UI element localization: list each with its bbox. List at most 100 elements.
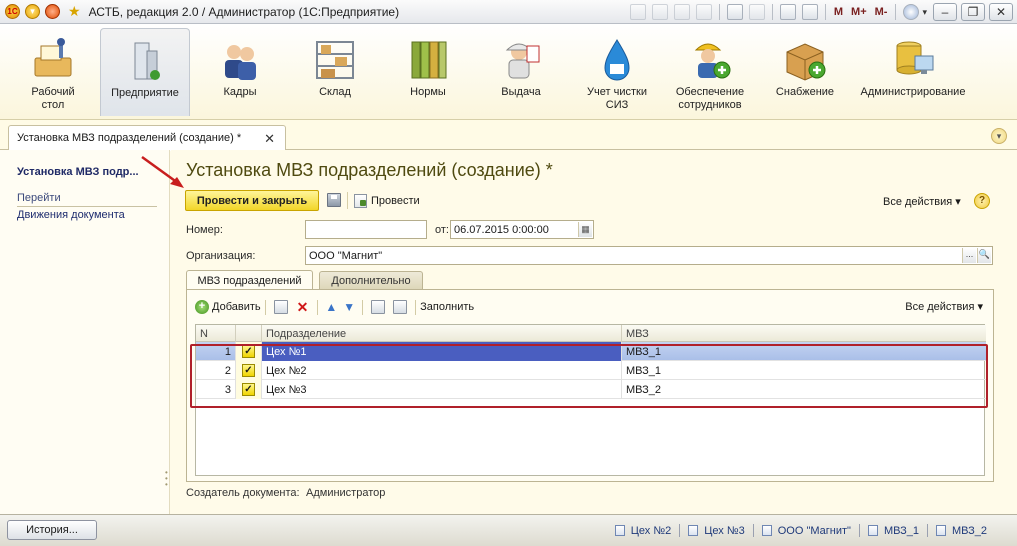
section-warehouse[interactable]: Склад [290, 28, 380, 116]
checkmark-icon[interactable]: ✓ [242, 383, 255, 396]
section-admin[interactable]: Администрирование [858, 28, 968, 116]
memory-minus-button[interactable]: M- [875, 6, 888, 18]
section-supply[interactable]: Снабжение [760, 28, 850, 116]
table-row[interactable]: 3 ✓ Цех №3 МВЗ_2 [196, 380, 986, 399]
move-down-icon[interactable]: ▼ [343, 300, 355, 314]
add-button[interactable]: Добавить [212, 301, 261, 313]
maximize-button[interactable]: ❐ [961, 3, 985, 21]
table-all-actions-menu[interactable]: Все действия ▾ [905, 300, 983, 313]
section-enterprise[interactable]: Предприятие [100, 28, 190, 116]
section-label: Рабочий стол [31, 86, 75, 111]
save-icon[interactable] [327, 193, 341, 207]
history-button[interactable]: История... [7, 520, 97, 540]
section-cleaning[interactable]: Учет чистки СИЗ [572, 28, 662, 116]
uncheck-all-icon[interactable] [393, 300, 408, 314]
favorites-star-icon[interactable]: ★ [68, 3, 81, 20]
document-form: Установка МВЗ подразделений (создание) *… [171, 150, 1017, 514]
tabs-dropdown-button[interactable]: ▾ [991, 128, 1007, 144]
tab-document[interactable]: Установка МВЗ подразделений (создание) *… [8, 125, 286, 151]
nav-link-document-movements[interactable]: Движения документа [17, 209, 125, 221]
row-checkbox[interactable]: ✓ [236, 342, 262, 361]
section-norms[interactable]: Нормы [383, 28, 473, 116]
save-icon[interactable] [629, 4, 646, 20]
tab-panel: + Добавить ✕ ▲ ▼ Заполнить Все действия … [186, 289, 994, 482]
choose-ellipsis-button[interactable]: ... [962, 248, 976, 263]
column-header-n[interactable]: N [196, 325, 236, 342]
search-icon[interactable]: 🔍 [977, 248, 991, 263]
recent-item[interactable]: МВЗ_1 [867, 524, 928, 537]
division-cell[interactable]: Цех №2 [262, 361, 622, 380]
fill-button[interactable]: Заполнить [420, 301, 474, 313]
calendar-icon[interactable] [801, 4, 818, 20]
number-field[interactable] [305, 220, 427, 239]
print-icon[interactable] [651, 4, 668, 20]
memory-m-button[interactable]: M [834, 6, 843, 18]
memory-plus-button[interactable]: M+ [851, 6, 867, 18]
section-label: Кадры [223, 86, 257, 98]
table-row[interactable]: 1 ✓ Цех №1 МВЗ_1 [196, 342, 986, 361]
close-icon[interactable]: ✕ [264, 131, 275, 147]
organization-field[interactable]: ООО "Магнит" ... 🔍 [305, 246, 993, 265]
date-field[interactable]: 06.07.2015 0:00:00 ▦ [450, 220, 594, 239]
close-window-button[interactable]: ✕ [989, 3, 1013, 21]
mvz-cell[interactable]: МВЗ_1 [622, 342, 986, 361]
nav-form-title[interactable]: Установка МВЗ подр... [17, 166, 139, 178]
recent-item[interactable]: МВЗ_2 [935, 524, 987, 537]
column-header-check[interactable] [236, 325, 262, 342]
title-bar: 1С ▾ ★ АСТБ, редакция 2.0 / Администрато… [0, 0, 1017, 24]
post-and-close-button[interactable]: Провести и закрыть [185, 190, 319, 211]
table-row[interactable]: 2 ✓ Цех №2 МВЗ_1 [196, 361, 986, 380]
section-label: Склад [319, 86, 351, 98]
help-icon[interactable]: ? [974, 193, 990, 209]
organization-label: Организация: [186, 250, 256, 262]
history-nav-icon[interactable] [748, 4, 765, 20]
mvz-cell[interactable]: МВЗ_1 [622, 361, 986, 380]
move-up-icon[interactable]: ▲ [325, 300, 337, 314]
division-cell[interactable]: Цех №1 [262, 342, 622, 361]
tab-additional[interactable]: Дополнительно [319, 271, 423, 290]
section-issue[interactable]: Выдача [476, 28, 566, 116]
tab-mvz-divisions[interactable]: МВЗ подразделений [186, 270, 313, 290]
number-label: Номер: [186, 224, 223, 236]
check-all-icon[interactable] [371, 300, 386, 314]
norms-icon [404, 36, 452, 84]
section-desktop[interactable]: Рабочий стол [8, 28, 98, 116]
open-windows-bar: Установка МВЗ подразделений (создание) *… [0, 120, 1017, 151]
delete-icon[interactable]: ✕ [297, 299, 309, 316]
calculator-icon[interactable] [779, 4, 796, 20]
divisions-table[interactable]: N Подразделение МВЗ 1 ✓ Цех №1 МВЗ_1 2 ✓… [195, 324, 986, 476]
record-icon[interactable] [45, 4, 60, 19]
mail-icon[interactable] [695, 4, 712, 20]
preview-icon[interactable] [673, 4, 690, 20]
section-provision[interactable]: Обеспечение сотрудников [665, 28, 755, 116]
app-logo-icon[interactable]: 1С [5, 4, 20, 19]
info-icon[interactable] [903, 4, 920, 20]
section-label: Обеспечение сотрудников [675, 86, 745, 111]
division-cell[interactable]: Цех №3 [262, 380, 622, 399]
post-button-label: Провести [371, 195, 420, 207]
calendar-icon[interactable]: ▦ [578, 222, 592, 237]
section-staff[interactable]: Кадры [195, 28, 285, 116]
column-header-mvz[interactable]: МВЗ [622, 325, 986, 342]
chevron-down-icon[interactable]: ▾ [922, 7, 927, 18]
copy-row-icon[interactable] [273, 300, 288, 314]
desktop-icon [29, 36, 77, 84]
add-icon[interactable]: + [195, 300, 209, 314]
checkmark-icon[interactable]: ✓ [242, 345, 255, 358]
all-actions-menu[interactable]: Все действия ▾ [883, 195, 961, 208]
column-header-division[interactable]: Подразделение [262, 325, 622, 342]
main-menu-button[interactable]: ▾ [25, 4, 40, 19]
mvz-cell[interactable]: МВЗ_2 [622, 380, 986, 399]
row-checkbox[interactable]: ✓ [236, 361, 262, 380]
toolbar-separator [824, 4, 826, 20]
add-favorite-icon[interactable] [726, 4, 743, 20]
recent-item[interactable]: Цех №2 [614, 524, 681, 537]
recent-item[interactable]: ООО "Магнит" [761, 524, 860, 537]
splitter-handle[interactable]: • • • [165, 469, 168, 489]
checkmark-icon[interactable]: ✓ [242, 364, 255, 377]
row-checkbox[interactable]: ✓ [236, 380, 262, 399]
recent-item[interactable]: Цех №3 [688, 524, 754, 537]
post-button[interactable]: Провести [354, 193, 420, 209]
minimize-button[interactable]: – [933, 3, 957, 21]
row-number: 2 [196, 361, 236, 380]
